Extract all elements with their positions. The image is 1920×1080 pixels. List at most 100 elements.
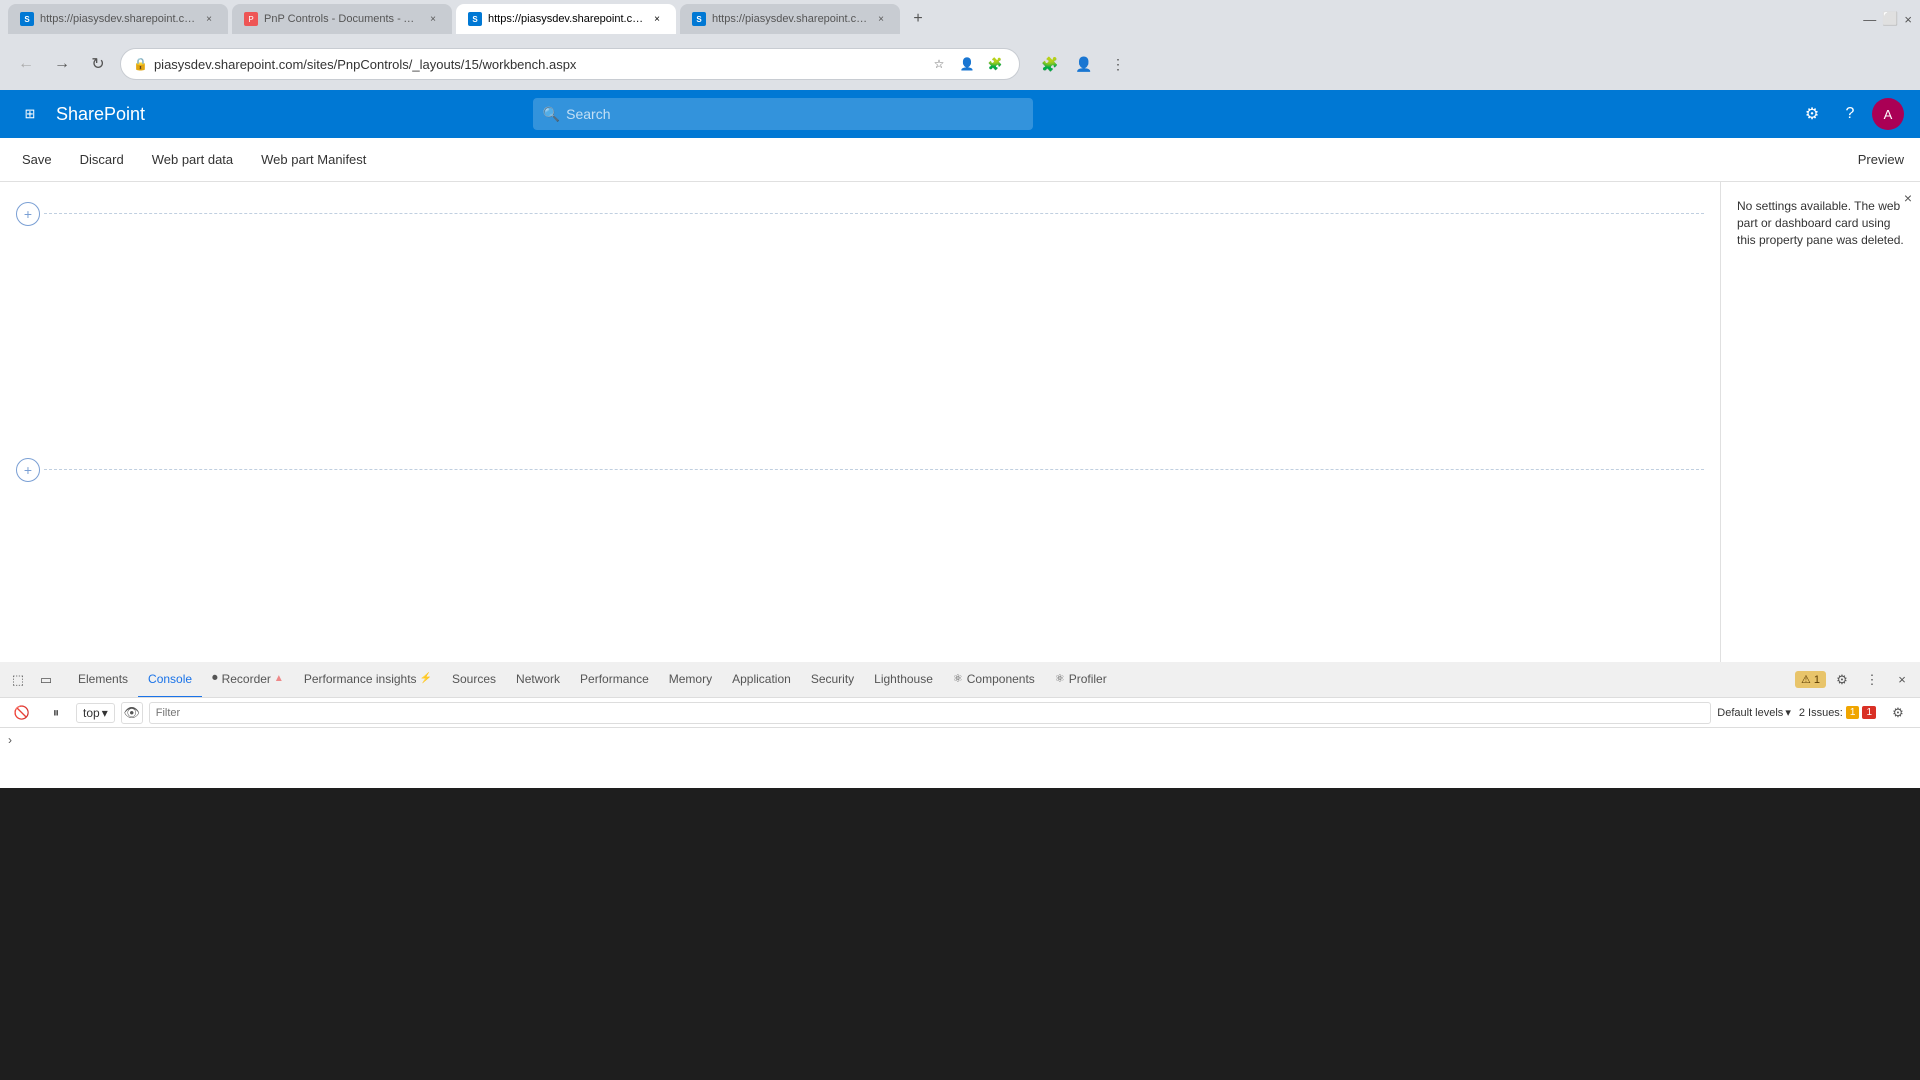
window-controls: — ⬜ × bbox=[1863, 11, 1912, 27]
forward-button[interactable]: → bbox=[48, 50, 76, 78]
tab-console[interactable]: Console bbox=[138, 662, 202, 698]
tab-label-4: https://piasysdev.sharepoint.co... bbox=[712, 13, 868, 25]
discard-button[interactable]: Discard bbox=[74, 148, 130, 171]
back-button[interactable]: ← bbox=[12, 50, 40, 78]
browser-tab-2[interactable]: P PnP Controls - Documents - All ... × bbox=[232, 4, 452, 34]
address-bar-icons: ☆ 👤 🧩 bbox=[927, 52, 1007, 76]
browser-tab-4[interactable]: S https://piasysdev.sharepoint.co... × bbox=[680, 4, 900, 34]
tab-components-label: Components bbox=[967, 672, 1035, 686]
tab-close-4[interactable]: × bbox=[874, 12, 888, 26]
tab-performance[interactable]: Performance bbox=[570, 662, 659, 698]
console-toolbar-bar: 🚫 ⏸ top ▾ 👁 Default levels ▾ 2 Issues: 1… bbox=[0, 698, 1920, 728]
tab-close-3[interactable]: × bbox=[650, 12, 664, 26]
tab-memory[interactable]: Memory bbox=[659, 662, 722, 698]
console-filter-input[interactable] bbox=[149, 702, 1712, 724]
issues-badge: 2 Issues: 1 1 bbox=[1799, 706, 1876, 719]
user-avatar[interactable]: A bbox=[1872, 98, 1904, 130]
clear-console-button[interactable]: 🚫 bbox=[8, 699, 36, 727]
workbench-toolbar: Save Discard Web part data Web part Mani… bbox=[0, 138, 1920, 182]
more-button[interactable]: ⋮ bbox=[1104, 50, 1132, 78]
issues-label: 2 Issues: bbox=[1799, 707, 1843, 719]
browser-tab-bar: S https://piasysdev.sharepoint.co... × P… bbox=[0, 0, 1920, 38]
tab-components[interactable]: ⚛ Components bbox=[943, 662, 1045, 698]
tab-memory-label: Memory bbox=[669, 672, 712, 686]
browser-toolbar-icons: 🧩 👤 ⋮ bbox=[1036, 50, 1132, 78]
property-pane-close[interactable]: × bbox=[1904, 190, 1912, 206]
tab-profiler-label: Profiler bbox=[1069, 672, 1107, 686]
search-icon: 🔍 bbox=[543, 106, 560, 123]
add-webpart-button-2[interactable]: + bbox=[16, 458, 40, 482]
eye-filter-button[interactable]: 👁 bbox=[121, 702, 143, 724]
header-icons: ⚙ ? A bbox=[1796, 98, 1904, 130]
sharepoint-logo: SharePoint bbox=[56, 104, 145, 125]
recorder-icon: ⏺ bbox=[212, 672, 218, 685]
pause-button[interactable]: ⏸ bbox=[42, 699, 70, 727]
console-prompt-arrow[interactable]: › bbox=[8, 733, 12, 747]
dashed-separator-1 bbox=[44, 213, 1704, 214]
tab-performance-insights[interactable]: Performance insights ⚡ bbox=[294, 662, 442, 698]
extension-icon[interactable]: 🧩 bbox=[983, 52, 1007, 76]
error-badge: ⚠ 1 bbox=[1795, 671, 1826, 688]
help-icon[interactable]: ? bbox=[1834, 98, 1866, 130]
devtools-left-icons: ⬚ ▭ bbox=[4, 666, 60, 694]
profile-icon[interactable]: 👤 bbox=[955, 52, 979, 76]
reload-button[interactable]: ↻ bbox=[84, 50, 112, 78]
tab-label-1: https://piasysdev.sharepoint.co... bbox=[40, 13, 196, 25]
tab-security-label: Security bbox=[811, 672, 854, 686]
add-webpart-button-1[interactable]: + bbox=[16, 202, 40, 226]
device-toolbar-button[interactable]: ▭ bbox=[32, 666, 60, 694]
web-part-manifest-button[interactable]: Web part Manifest bbox=[255, 148, 372, 171]
top-context-label: top bbox=[83, 706, 100, 720]
tab-recorder[interactable]: ⏺ Recorder ▲ bbox=[202, 662, 294, 698]
window-minimize[interactable]: — ⬜ × bbox=[1863, 11, 1912, 27]
tab-performance-insights-label: Performance insights bbox=[304, 672, 417, 686]
sharepoint-header: ⊞ SharePoint 🔍 Search ⚙ ? A bbox=[0, 90, 1920, 138]
tab-network[interactable]: Network bbox=[506, 662, 570, 698]
web-part-data-button[interactable]: Web part data bbox=[146, 148, 239, 171]
devtools: ⬚ ▭ Elements Console ⏺ Recorder ▲ Perfor… bbox=[0, 662, 1920, 788]
waffle-icon[interactable]: ⊞ bbox=[16, 100, 44, 128]
save-button[interactable]: Save bbox=[16, 148, 58, 171]
tab-security[interactable]: Security bbox=[801, 662, 864, 698]
tab-close-1[interactable]: × bbox=[202, 12, 216, 26]
property-pane: × No settings available. The web part or… bbox=[1720, 182, 1920, 662]
extensions-button[interactable]: 🧩 bbox=[1036, 50, 1064, 78]
warning-count-badge: 1 bbox=[1846, 706, 1860, 719]
default-levels-label: Default levels bbox=[1717, 707, 1783, 719]
bookmark-icon[interactable]: ☆ bbox=[927, 52, 951, 76]
inspect-element-button[interactable]: ⬚ bbox=[4, 666, 32, 694]
tab-application[interactable]: Application bbox=[722, 662, 801, 698]
webpart-row-2: + bbox=[16, 454, 1704, 482]
default-levels-select[interactable]: Default levels ▾ bbox=[1717, 706, 1791, 719]
browser-tab-1[interactable]: S https://piasysdev.sharepoint.co... × bbox=[8, 4, 228, 34]
devtools-settings-button[interactable]: ⚙ bbox=[1828, 666, 1856, 694]
tab-profiler[interactable]: ⚛ Profiler bbox=[1045, 662, 1117, 698]
devtools-right-icons: ⚠ 1 ⚙ ⋮ × bbox=[1795, 666, 1916, 694]
devtools-close-button[interactable]: × bbox=[1888, 666, 1916, 694]
webpart-row-1: + bbox=[16, 198, 1704, 226]
browser-address-bar-row: ← → ↻ 🔒 piasysdev.sharepoint.com/sites/P… bbox=[0, 38, 1920, 90]
tab-lighthouse[interactable]: Lighthouse bbox=[864, 662, 943, 698]
tab-lighthouse-label: Lighthouse bbox=[874, 672, 933, 686]
sharepoint-search[interactable]: 🔍 Search bbox=[533, 98, 1033, 130]
new-tab-button[interactable]: + bbox=[904, 5, 932, 33]
devtools-more-button[interactable]: ⋮ bbox=[1858, 666, 1886, 694]
tab-favicon-2: P bbox=[244, 12, 258, 26]
components-icon: ⚛ bbox=[953, 672, 963, 685]
tab-label-2: PnP Controls - Documents - All ... bbox=[264, 13, 420, 25]
tab-elements-label: Elements bbox=[78, 672, 128, 686]
tab-elements[interactable]: Elements bbox=[68, 662, 138, 698]
top-context-select[interactable]: top ▾ bbox=[76, 703, 115, 723]
tab-console-label: Console bbox=[148, 672, 192, 686]
console-settings-button[interactable]: ⚙ bbox=[1884, 699, 1912, 727]
preview-button[interactable]: Preview bbox=[1858, 152, 1904, 167]
profile-button[interactable]: 👤 bbox=[1070, 50, 1098, 78]
profiler-icon: ⚛ bbox=[1055, 672, 1065, 685]
lock-icon: 🔒 bbox=[133, 57, 148, 71]
address-bar[interactable]: 🔒 piasysdev.sharepoint.com/sites/PnpCont… bbox=[120, 48, 1020, 80]
tab-close-2[interactable]: × bbox=[426, 12, 440, 26]
browser-tab-3[interactable]: S https://piasysdev.sharepoint.co... × bbox=[456, 4, 676, 34]
tab-sources[interactable]: Sources bbox=[442, 662, 506, 698]
settings-icon[interactable]: ⚙ bbox=[1796, 98, 1828, 130]
workbench-canvas: + + × No settings av bbox=[0, 182, 1920, 662]
